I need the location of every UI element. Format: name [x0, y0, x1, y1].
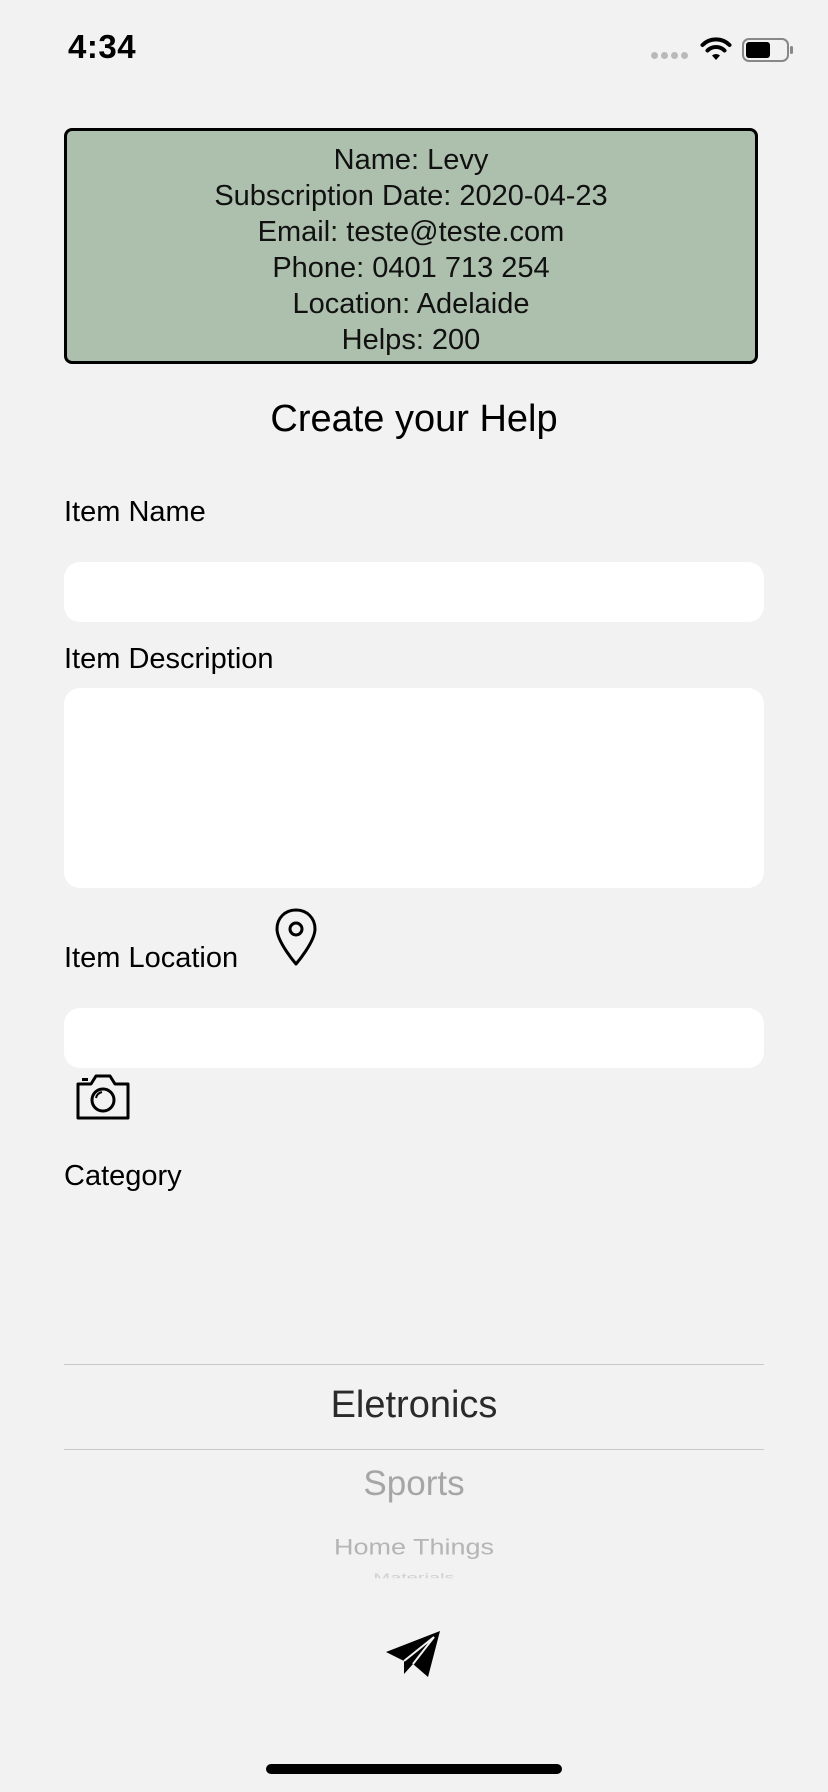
item-name-input[interactable] [64, 562, 764, 622]
category-picker[interactable]: Eletronics Sports Home Things Materials [64, 1364, 764, 1584]
category-label: Category [64, 1160, 182, 1192]
profile-subscription-date: Subscription Date: 2020-04-23 [214, 180, 608, 212]
item-location-label: Item Location [64, 942, 239, 974]
cellular-signal-icon [651, 52, 688, 59]
profile-phone: Phone: 0401 713 254 [272, 252, 550, 284]
profile-helps: Helps: 200 [341, 324, 481, 356]
home-indicator[interactable] [266, 1764, 562, 1774]
profile-card: Name: Levy Subscription Date: 2020-04-23… [64, 128, 758, 364]
picker-option-selected[interactable]: Eletronics [64, 1384, 764, 1427]
profile-location: Location: Adelaide [292, 288, 530, 320]
picker-selection-bottom-line [64, 1449, 764, 1450]
paper-plane-icon[interactable] [384, 1628, 444, 1680]
location-pin-icon[interactable] [272, 906, 320, 968]
picker-selection-top-line [64, 1364, 764, 1365]
item-location-input[interactable] [64, 1008, 764, 1068]
wifi-icon [700, 37, 732, 60]
item-description-label: Item Description [64, 643, 274, 675]
profile-name: Name: Levy [333, 144, 489, 176]
item-description-input[interactable] [64, 688, 764, 888]
profile-email: Email: teste@teste.com [257, 216, 565, 248]
form-title: Create your Help [270, 398, 558, 440]
battery-icon [742, 38, 793, 62]
status-time: 4:34 [68, 28, 137, 65]
picker-option[interactable]: Materials [64, 1572, 764, 1579]
camera-icon[interactable] [74, 1072, 132, 1122]
picker-option[interactable]: Sports [64, 1464, 764, 1504]
item-name-label: Item Name [64, 496, 206, 528]
status-bar: 4:34 [0, 0, 828, 96]
picker-option[interactable]: Home Things [64, 1535, 764, 1560]
